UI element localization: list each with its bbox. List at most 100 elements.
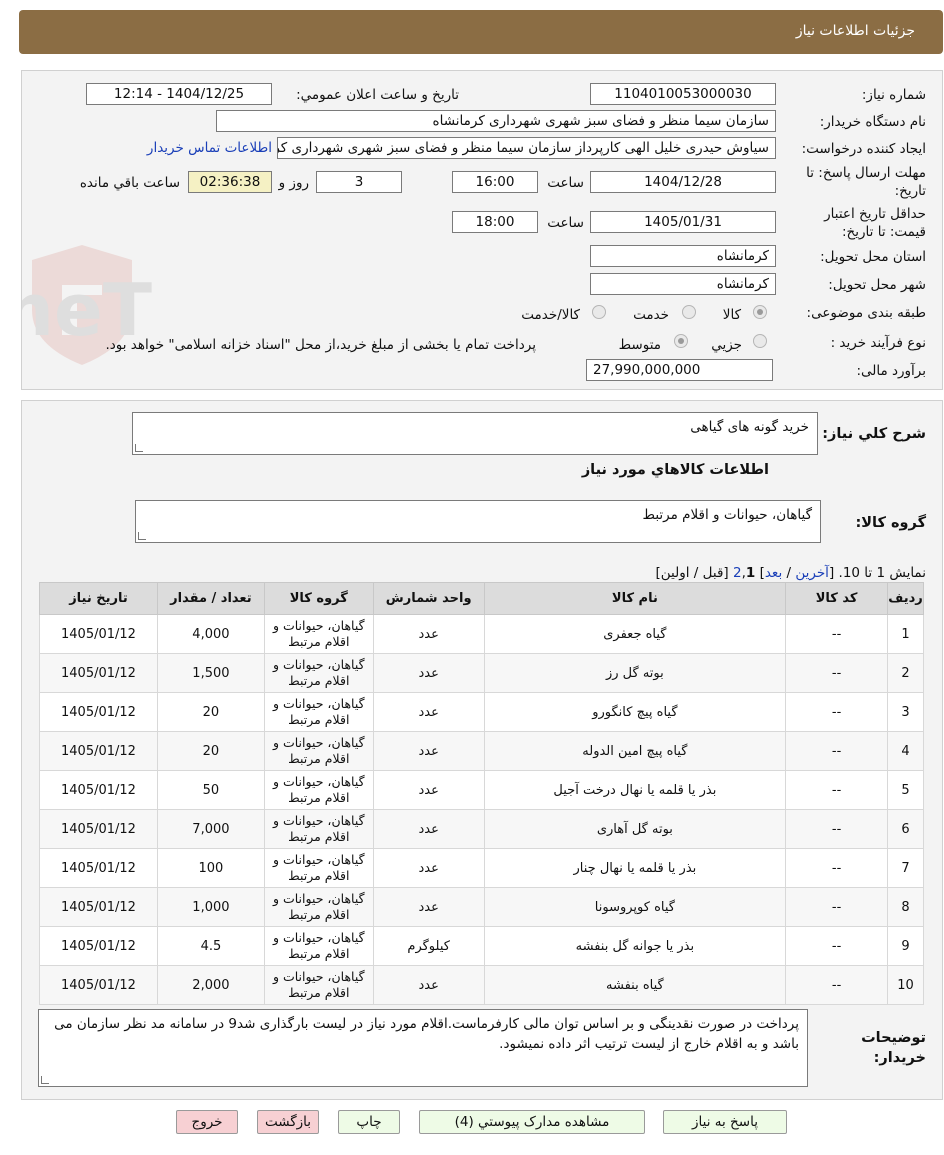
goods-info-title: اطلاعات كالاهاي مورد نياز	[581, 462, 769, 478]
cell-date: 1405/01/12	[39, 653, 158, 693]
table-row: 9 -- بذر یا جوانه گل بنفشه کیلوگرم گیاهان، ح…	[39, 926, 924, 966]
days-field: 3	[316, 171, 402, 193]
cell-unit: عدد	[372, 653, 485, 693]
announce-label: تاریخ و ساعت اعلان عمومي:	[296, 87, 459, 103]
pagination-page-2-link[interactable]: 2	[733, 565, 742, 581]
category-option-goods: کالا	[722, 307, 741, 323]
remaining-label: ساعت باقي مانده	[79, 175, 180, 191]
cell-code: --	[785, 848, 889, 888]
deadline-time-field: 16:00	[452, 171, 538, 193]
cell-qty: 20	[156, 692, 265, 732]
process-radio-minor[interactable]	[753, 334, 767, 348]
cell-group: گیاهان، حیوانات و اقلام مرتبط	[263, 653, 374, 693]
cell-name: گیاه کوپروسونا	[483, 887, 787, 927]
cell-unit: عدد	[372, 887, 485, 927]
reply-button[interactable]: پاسخ به نیاز	[663, 1110, 787, 1134]
category-label: طبقه بندی موضوعی:	[806, 305, 926, 321]
province-label: استان محل تحویل:	[820, 249, 926, 265]
validity-time-field: 18:00	[452, 211, 538, 233]
pagination-prev-first: [قبل / اولین]	[655, 565, 729, 581]
cell-code: --	[785, 731, 889, 771]
cell-name: بوته گل آهاری	[483, 809, 787, 849]
validity-date-field: 1405/01/31	[590, 211, 776, 233]
table-row: 8 -- گیاه کوپروسونا عدد گیاهان، حیوانات و اق…	[39, 887, 924, 927]
cell-code: --	[785, 692, 889, 732]
buyer-notes-label-line2: خریدار:	[873, 1050, 926, 1066]
cell-group: گیاهان، حیوانات و اقلام مرتبط	[263, 965, 374, 1005]
process-label: نوع فرآیند خرید :	[830, 335, 926, 351]
remaining-time-field: 02:36:38	[188, 171, 272, 193]
table-row: 1 -- گیاه جعفری عدد گیاهان، حیوانات و اقلام …	[39, 614, 924, 654]
process-option-medium: متوسط	[618, 337, 661, 353]
goods-group-field: گیاهان، حیوانات و اقلام مرتبط	[135, 500, 821, 543]
goods-group-label: گروه كالا:	[855, 515, 926, 531]
cell-index: 9	[887, 926, 924, 966]
cell-group: گیاهان، حیوانات و اقلام مرتبط	[263, 809, 374, 849]
cell-qty: 100	[156, 848, 265, 888]
process-option-minor: جزيي	[711, 337, 742, 353]
col-qty: تعداد / مقدار	[156, 582, 265, 615]
category-option-goods-service: کالا/خدمت	[521, 307, 580, 323]
cell-qty: 4,000	[156, 614, 265, 654]
col-group: گروه کالا	[263, 582, 374, 615]
category-radio-goods-service[interactable]	[592, 305, 606, 319]
cell-date: 1405/01/12	[39, 809, 158, 849]
exit-button[interactable]: خروج	[176, 1110, 238, 1134]
estimate-field: 27,990,000,000	[586, 359, 773, 381]
cell-index: 8	[887, 887, 924, 927]
table-row: 10 -- گیاه بنفشه عدد گیاهان، حیوانات و اقلام…	[39, 965, 924, 1005]
cell-group: گیاهان، حیوانات و اقلام مرتبط	[263, 692, 374, 732]
cell-qty: 1,500	[156, 653, 265, 693]
cell-date: 1405/01/12	[39, 926, 158, 966]
attachments-button[interactable]: مشاهده مدارک پیوستي (4)	[419, 1110, 645, 1134]
print-button[interactable]: چاپ	[338, 1110, 400, 1134]
category-radio-service[interactable]	[682, 305, 696, 319]
days-label: روز و	[278, 175, 309, 191]
table-row: 6 -- بوته گل آهاری عدد گیاهان، حیوانات و اقل…	[39, 809, 924, 849]
buyer-contact-link[interactable]: اطلاعات تماس خریدار	[147, 140, 272, 156]
pagination-next-link[interactable]: بعد	[765, 565, 782, 581]
cell-name: بذر یا قلمه یا نهال درخت آجیل	[483, 770, 787, 810]
deadline-time-label: ساعت	[547, 175, 584, 191]
cell-name: گیاه پیچ کانگورو	[483, 692, 787, 732]
cell-unit: عدد	[372, 965, 485, 1005]
cell-date: 1405/01/12	[39, 692, 158, 732]
buyer-org-field: سازمان سیما منظر و فضای سبز شهری شهرداری…	[216, 110, 776, 132]
cell-index: 2	[887, 653, 924, 693]
deadline-label-line2: تاریخ:	[894, 183, 926, 199]
cell-index: 4	[887, 731, 924, 771]
category-option-service: خدمت	[633, 307, 669, 323]
validity-label-line1: حداقل تاریخ اعتبار	[824, 206, 926, 222]
buyer-notes-label-line1: توضیحات	[861, 1030, 926, 1046]
cell-unit: عدد	[372, 809, 485, 849]
cell-qty: 7,000	[156, 809, 265, 849]
col-name: نام کالا	[483, 582, 787, 615]
cell-qty: 20	[156, 731, 265, 771]
need-number-field: 1104010053000030	[590, 83, 776, 105]
table-row: 7 -- بذر یا قلمه یا نهال چنار عدد گیاهان، حی…	[39, 848, 924, 888]
cell-group: گیاهان، حیوانات و اقلام مرتبط	[263, 770, 374, 810]
requester-label: ایجاد کننده درخواست:	[801, 141, 926, 157]
category-radio-goods[interactable]	[753, 305, 767, 319]
table-row: 2 -- بوته گل رز عدد گیاهان، حیوانات و اقلام …	[39, 653, 924, 693]
cell-name: گیاه جعفری	[483, 614, 787, 654]
cell-unit: کیلوگرم	[372, 926, 485, 966]
announce-field: 1404/12/25 - 12:14	[86, 83, 272, 105]
requester-field: سیاوش حیدری خلیل الهی کارپرداز سازمان سی…	[277, 137, 776, 159]
cell-code: --	[785, 926, 889, 966]
cell-date: 1405/01/12	[39, 770, 158, 810]
cell-qty: 1,000	[156, 887, 265, 927]
cell-unit: عدد	[372, 770, 485, 810]
cell-code: --	[785, 614, 889, 654]
cell-code: --	[785, 887, 889, 927]
table-row: 5 -- بذر یا قلمه یا نهال درخت آجیل عدد گیاها…	[39, 770, 924, 810]
deadline-label-line1: مهلت ارسال پاسخ: تا	[806, 165, 926, 181]
back-button[interactable]: بازگشت	[257, 1110, 319, 1134]
col-index: رديف	[887, 582, 924, 615]
summary-label: شرح كلي نياز:	[822, 426, 926, 442]
cell-unit: عدد	[372, 614, 485, 654]
process-radio-medium[interactable]	[674, 334, 688, 348]
col-date: تاریخ نیاز	[39, 582, 158, 615]
pagination-last-link[interactable]: آخرین	[795, 565, 829, 581]
cell-date: 1405/01/12	[39, 614, 158, 654]
